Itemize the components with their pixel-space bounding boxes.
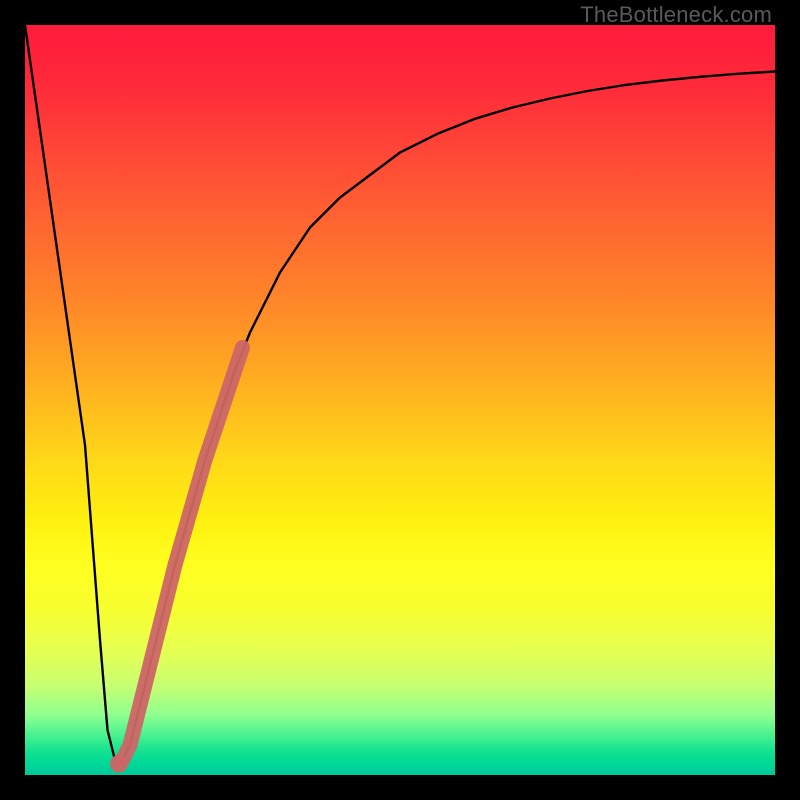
plot-area — [25, 25, 775, 775]
min-marker — [110, 755, 128, 773]
chart-frame: TheBottleneck.com — [0, 0, 800, 800]
watermark-text: TheBottleneck.com — [580, 2, 772, 28]
bottleneck-curve — [25, 25, 775, 760]
chart-svg — [25, 25, 775, 775]
highlighted-segment — [123, 348, 243, 761]
